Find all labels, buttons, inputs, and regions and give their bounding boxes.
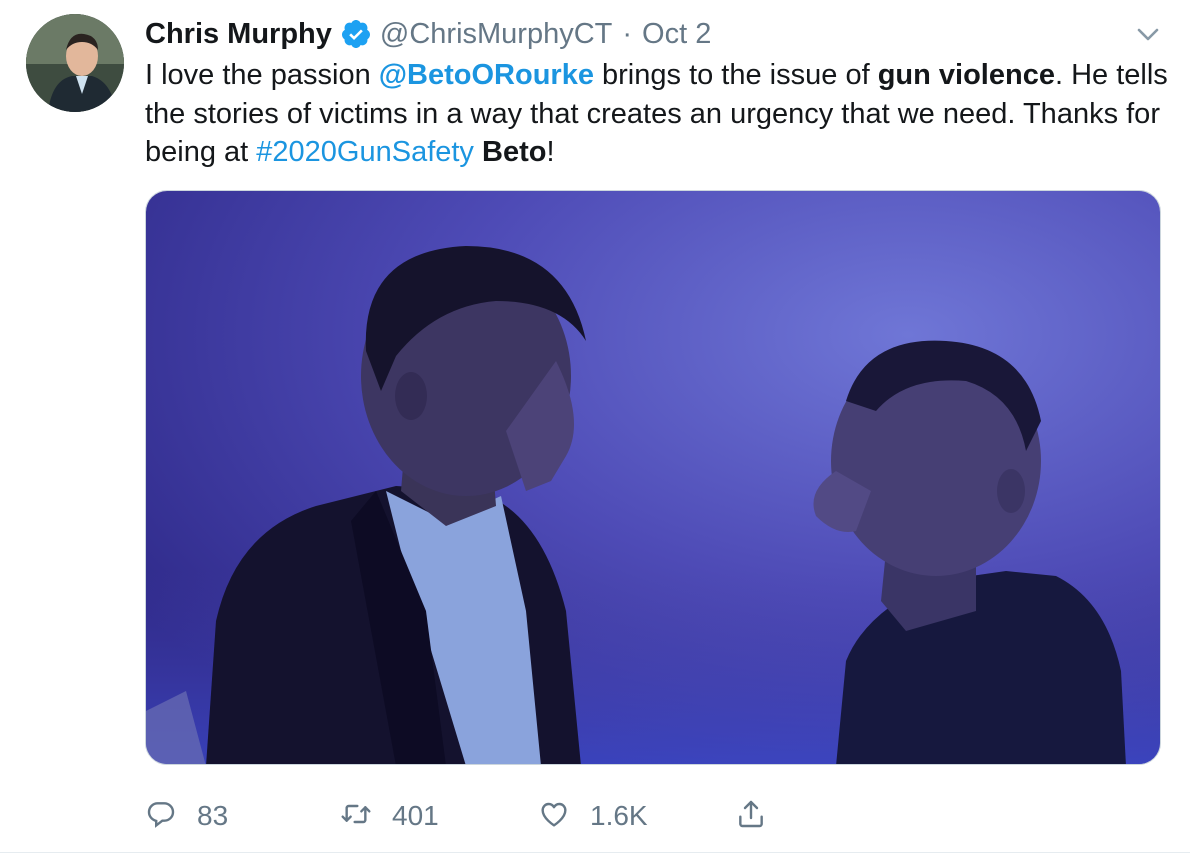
tweet-date[interactable]: Oct 2 [642, 18, 711, 51]
separator-dot: · [622, 17, 633, 50]
like-button[interactable]: 1.6K [538, 790, 648, 842]
tweet-photo[interactable] [145, 190, 1161, 765]
tweet-actions: 83 401 1.6K [145, 790, 845, 842]
retweet-icon [340, 798, 372, 835]
bold-text: gun violence [877, 59, 1055, 91]
heart-icon [538, 798, 570, 835]
reply-count: 83 [197, 800, 229, 831]
tweet-header: Chris Murphy @ChrisMurphyCT · Oct 2 [145, 14, 711, 54]
verified-badge-icon [340, 18, 372, 50]
reply-button[interactable]: 83 [145, 790, 228, 842]
like-count: 1.6K [590, 800, 648, 831]
avatar[interactable] [26, 14, 124, 112]
tweet-text: I love the passion @BetoORourke brings t… [145, 56, 1175, 172]
hashtag-link[interactable]: #2020GunSafety [256, 136, 474, 168]
bold-text: Beto [482, 136, 547, 168]
share-button[interactable] [735, 790, 767, 842]
divider [0, 852, 1190, 853]
retweet-button[interactable]: 401 [340, 790, 439, 842]
tweet-text-part: brings to the issue of [593, 59, 878, 91]
tweet-text-part: ! [546, 136, 555, 168]
share-upload-icon [735, 798, 767, 835]
reply-bubble-icon [145, 798, 177, 835]
tweet-text-part: I love the passion [145, 59, 379, 91]
chevron-down-icon[interactable] [1133, 20, 1163, 48]
mention-link[interactable]: @BetoORourke [379, 59, 594, 91]
author-name[interactable]: Chris Murphy [145, 18, 332, 51]
retweet-count: 401 [392, 800, 439, 831]
author-handle[interactable]: @ChrisMurphyCT [380, 18, 612, 51]
tweet-text-part [474, 136, 482, 168]
